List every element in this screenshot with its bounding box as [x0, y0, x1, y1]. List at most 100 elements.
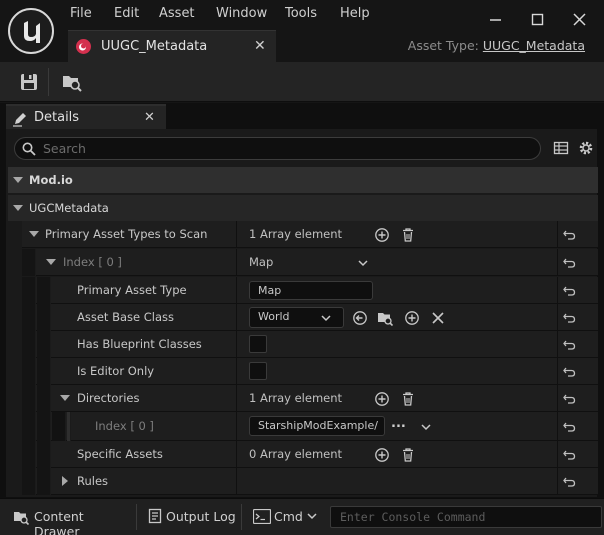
menu-asset[interactable]: Asset [159, 6, 195, 21]
terminal-icon [253, 509, 271, 524]
primary-asset-type-field[interactable]: Map [249, 281, 373, 300]
reset-to-default-icon[interactable] [562, 391, 577, 406]
indent-guide [22, 249, 36, 276]
status-divider [241, 504, 242, 530]
reset-to-default-icon[interactable] [562, 283, 577, 298]
array-count: 0 Array element [249, 447, 343, 461]
expand-arrow-icon[interactable] [62, 476, 68, 486]
content-drawer-button[interactable]: Content Drawer [6, 500, 131, 535]
more-options-button[interactable]: ... [391, 416, 406, 431]
column-divider [557, 441, 558, 468]
property-name: Has Blueprint Classes [77, 337, 202, 351]
console-command-input[interactable]: Enter Console Command [330, 506, 602, 528]
add-element-icon[interactable] [404, 310, 420, 326]
indent-guide [37, 468, 51, 495]
property-row-rules: Rules [22, 468, 598, 495]
trash-icon[interactable] [400, 447, 416, 463]
search-input[interactable]: Search [14, 137, 541, 160]
reset-to-default-icon[interactable] [562, 337, 577, 352]
column-divider [236, 358, 237, 385]
column-divider [236, 441, 237, 468]
reset-to-default-icon[interactable] [562, 447, 577, 462]
indent-guide [37, 441, 51, 468]
menu-window[interactable]: Window [216, 6, 267, 21]
view-options-icon[interactable] [553, 140, 569, 156]
column-divider [236, 468, 237, 495]
reset-to-default-icon[interactable] [562, 364, 577, 379]
asset-editor-tab[interactable]: UUGC_Metadata ✕ [68, 30, 276, 62]
indent-guide [22, 441, 36, 468]
property-name: Specific Assets [77, 447, 163, 461]
use-selected-icon[interactable] [352, 310, 368, 326]
expand-arrow-icon[interactable] [29, 231, 39, 237]
search-icon [22, 142, 36, 156]
reset-to-default-icon[interactable] [562, 255, 577, 270]
column-divider [236, 331, 237, 358]
property-row-primary-asset-types: Primary Asset Types to Scan 1 Array elem… [22, 221, 598, 248]
category-label: Mod.io [29, 173, 73, 187]
indent-guide [22, 304, 36, 331]
column-divider [236, 412, 237, 441]
status-divider [136, 504, 137, 530]
menu-edit[interactable]: Edit [114, 6, 139, 21]
content-drawer-icon [13, 509, 29, 525]
details-tab[interactable]: Details ✕ [6, 104, 166, 129]
close-window-icon[interactable] [570, 10, 590, 30]
add-element-icon[interactable] [374, 391, 390, 407]
index-value-dropdown[interactable]: Map [249, 255, 273, 269]
property-row-directories: Directories 1 Array element [22, 385, 598, 412]
indent-guide [22, 358, 36, 385]
clear-icon[interactable] [430, 310, 446, 326]
unreal-logo-icon[interactable] [8, 8, 54, 54]
is-editor-only-checkbox[interactable] [249, 362, 267, 380]
property-row-index-0: Index [ 0 ] Map [22, 249, 598, 276]
output-log-button[interactable]: Output Log [142, 500, 237, 533]
reset-to-default-icon[interactable] [562, 474, 577, 489]
add-element-icon[interactable] [374, 447, 390, 463]
trash-icon[interactable] [400, 391, 416, 407]
menu-help[interactable]: Help [340, 6, 370, 21]
property-row-primary-asset-type: Primary Asset Type Map [22, 277, 598, 304]
cmd-dropdown[interactable]: Cmd [248, 500, 326, 533]
expand-arrow-icon[interactable] [60, 395, 70, 401]
reset-to-default-icon[interactable] [562, 419, 577, 434]
property-row-specific-assets: Specific Assets 0 Array element [22, 441, 598, 468]
column-divider [557, 277, 558, 304]
toolbar-separator [48, 68, 49, 96]
chevron-down-icon[interactable] [355, 255, 371, 271]
add-element-icon[interactable] [374, 227, 390, 243]
directory-path-field[interactable]: StarshipModExample/ [249, 416, 385, 436]
maximize-icon[interactable] [528, 10, 548, 30]
reset-to-default-icon[interactable] [562, 310, 577, 325]
settings-gear-icon[interactable] [577, 139, 595, 157]
browse-folder-icon[interactable] [377, 310, 393, 326]
property-name: Index [ 0 ] [95, 419, 154, 433]
chevron-down-icon[interactable] [318, 310, 334, 326]
asset-type-link[interactable]: UUGC_Metadata [483, 38, 585, 53]
asset-base-class-value: World [258, 310, 290, 323]
menu-tools[interactable]: Tools [285, 6, 317, 21]
category-modio[interactable]: Mod.io [8, 167, 598, 193]
output-log-icon [147, 508, 163, 524]
expand-arrow-icon[interactable] [46, 259, 56, 265]
array-count: 1 Array element [249, 227, 343, 241]
indent-guide [22, 468, 36, 495]
close-tab-icon[interactable]: ✕ [254, 38, 266, 54]
chevron-down-icon[interactable] [418, 419, 434, 435]
property-name: Asset Base Class [77, 310, 175, 324]
browse-to-asset-icon[interactable] [61, 71, 83, 93]
indent-guide [37, 304, 51, 331]
trash-icon[interactable] [400, 227, 416, 243]
menu-file[interactable]: File [70, 6, 92, 21]
asset-tab-title: UUGC_Metadata [101, 39, 208, 54]
category-label: UGCMetadata [29, 201, 109, 215]
column-divider [557, 304, 558, 331]
property-name: Directories [77, 391, 140, 405]
category-ugcmetadata[interactable]: UGCMetadata [8, 195, 598, 221]
reset-to-default-icon[interactable] [562, 227, 577, 242]
minimize-icon[interactable] [486, 10, 506, 30]
has-blueprint-classes-checkbox[interactable] [249, 335, 267, 353]
array-count: 1 Array element [249, 391, 343, 405]
close-details-tab-icon[interactable]: ✕ [144, 110, 155, 125]
save-icon[interactable] [18, 71, 40, 93]
